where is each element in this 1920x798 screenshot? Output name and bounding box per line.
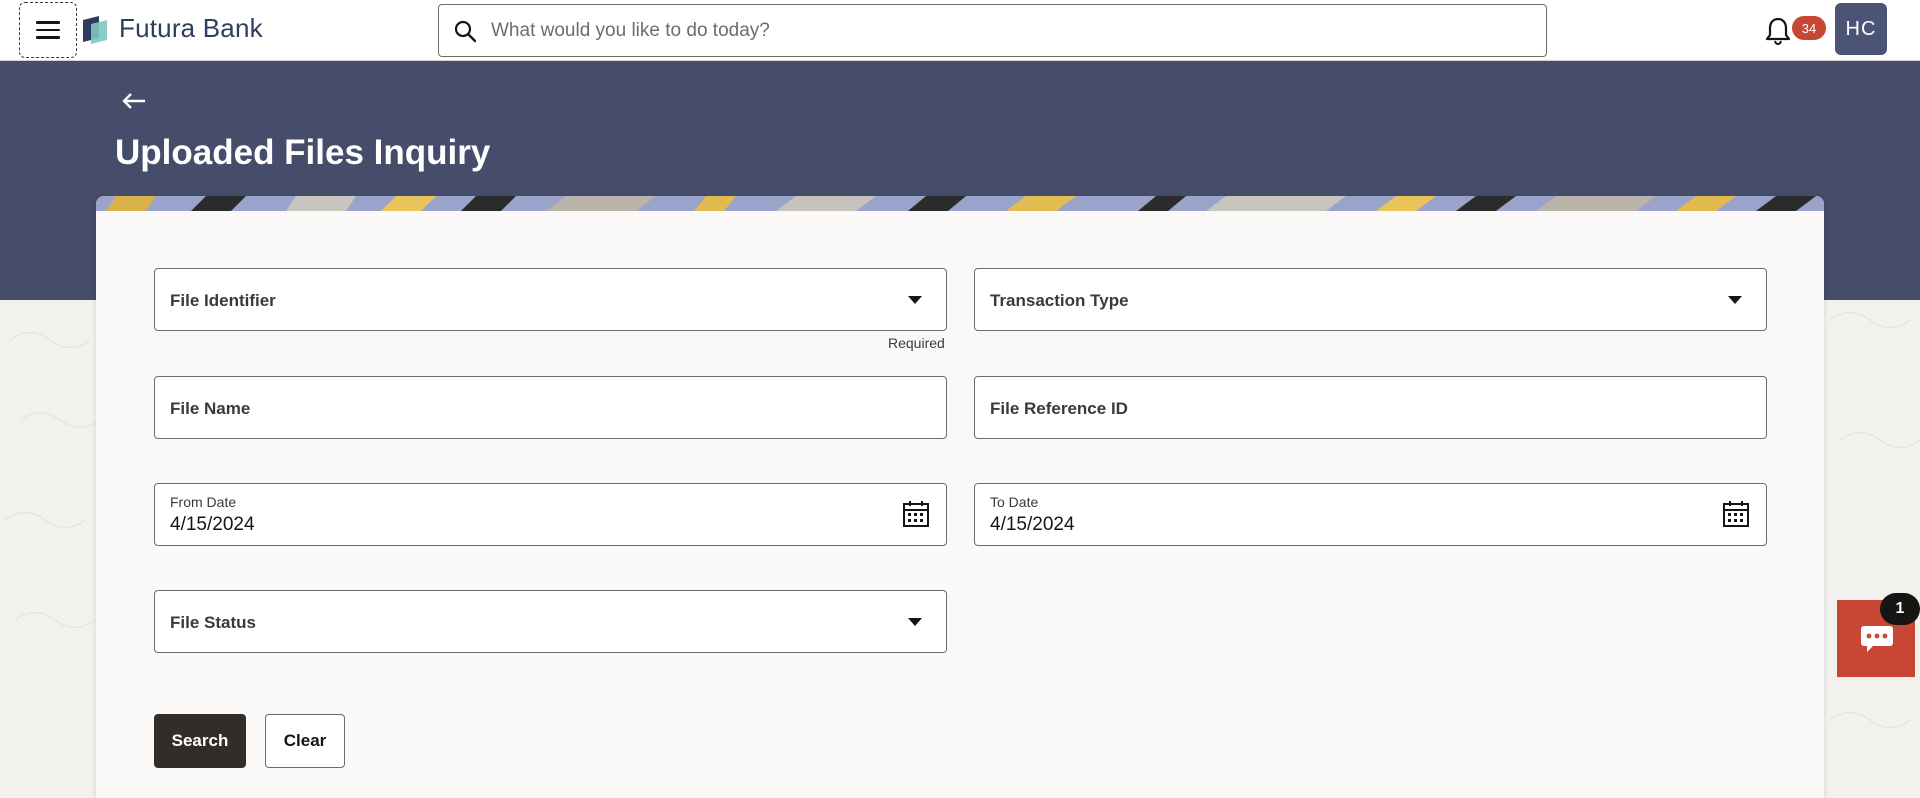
to-date-label: To Date	[990, 494, 1039, 510]
from-date-label: From Date	[170, 494, 237, 510]
clear-button[interactable]: Clear	[265, 714, 345, 768]
file-name-field[interactable]: File Name	[154, 376, 947, 439]
calendar-icon[interactable]	[902, 500, 930, 528]
search-button[interactable]: Search	[154, 714, 246, 768]
global-search[interactable]	[438, 4, 1547, 57]
chat-unread-badge: 1	[1880, 593, 1920, 625]
brand[interactable]: Futura Bank	[81, 13, 263, 44]
file-identifier-label: File Identifier	[170, 291, 276, 310]
bell-icon[interactable]	[1764, 15, 1792, 45]
chevron-down-icon	[908, 618, 922, 626]
file-name-label: File Name	[170, 399, 251, 418]
menu-button[interactable]	[19, 2, 77, 58]
search-input[interactable]	[491, 19, 1491, 42]
notification-badge: 34	[1792, 16, 1826, 40]
file-reference-id-field[interactable]: File Reference ID	[974, 376, 1767, 439]
brand-name: Futura Bank	[119, 13, 263, 43]
search-icon	[454, 20, 477, 42]
hamburger-icon	[36, 21, 60, 24]
required-hint: Required	[888, 335, 945, 351]
inquiry-form-card: File Identifier Required Transaction Typ…	[96, 196, 1824, 798]
from-date-value: 4/15/2024	[170, 514, 255, 535]
chevron-down-icon	[1728, 296, 1742, 304]
top-bar: Futura Bank 34 HC	[0, 0, 1920, 61]
from-date-field[interactable]: From Date 4/15/2024	[154, 483, 947, 546]
file-status-select[interactable]: File Status	[154, 590, 947, 653]
to-date-field[interactable]: To Date 4/15/2024	[974, 483, 1767, 546]
decorative-stripe	[96, 196, 1824, 211]
transaction-type-label: Transaction Type	[990, 291, 1129, 310]
transaction-type-select[interactable]: Transaction Type	[974, 268, 1767, 331]
to-date-value: 4/15/2024	[990, 514, 1075, 535]
user-avatar[interactable]: HC	[1835, 3, 1887, 55]
chevron-down-icon	[908, 296, 922, 304]
file-identifier-select[interactable]: File Identifier	[154, 268, 947, 331]
file-reference-id-label: File Reference ID	[990, 399, 1128, 418]
page-title: Uploaded Files Inquiry	[115, 133, 491, 172]
bank-logo-icon	[83, 15, 107, 44]
file-status-label: File Status	[170, 613, 256, 632]
back-button[interactable]	[121, 87, 151, 117]
calendar-icon[interactable]	[1722, 500, 1750, 528]
arrow-left-icon	[122, 93, 145, 109]
